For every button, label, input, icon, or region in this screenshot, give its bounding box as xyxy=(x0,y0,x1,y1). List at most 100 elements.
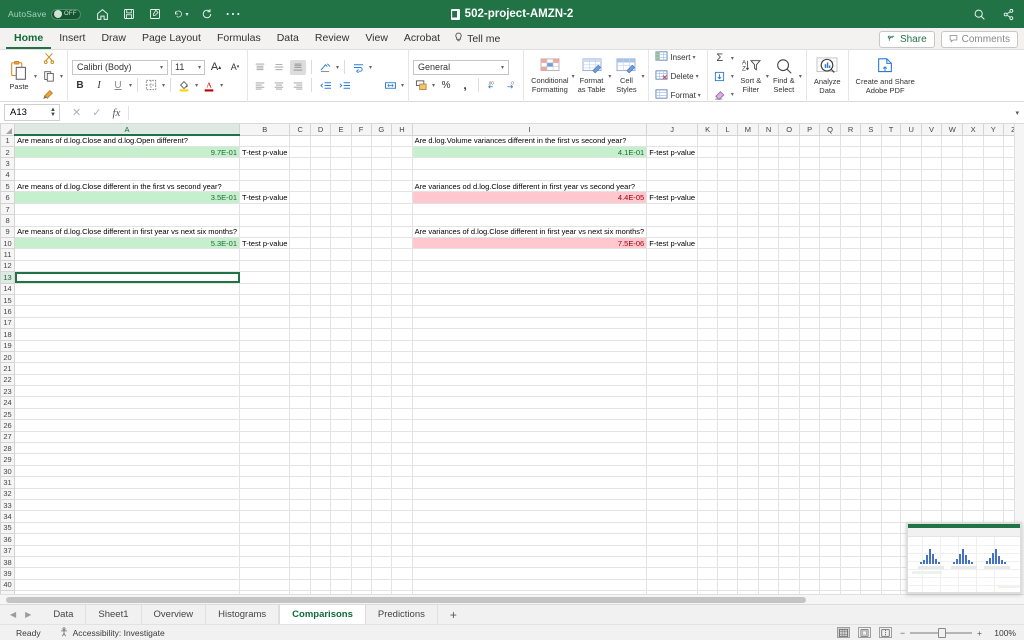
cell-E22[interactable] xyxy=(330,374,352,387)
cell-Y25[interactable] xyxy=(983,408,1004,421)
cell-O22[interactable] xyxy=(778,374,800,387)
cell-V22[interactable] xyxy=(921,374,943,387)
cell-N15[interactable] xyxy=(758,294,780,307)
cell-I4[interactable] xyxy=(412,169,648,182)
cell-U31[interactable] xyxy=(900,476,922,489)
cell-styles-button[interactable]: Cell Styles xyxy=(611,58,641,94)
cell-S21[interactable] xyxy=(860,362,882,375)
cell-F40[interactable] xyxy=(351,579,372,592)
cell-J38[interactable] xyxy=(646,556,699,569)
cell-H29[interactable] xyxy=(391,453,413,466)
cell-I18[interactable] xyxy=(412,328,648,341)
row-header-32[interactable]: 32 xyxy=(0,487,16,501)
cell-G20[interactable] xyxy=(371,351,393,364)
cell-E6[interactable] xyxy=(330,191,352,204)
cell-I6[interactable]: 4.4E-05 xyxy=(412,191,648,204)
cell-H16[interactable] xyxy=(391,305,413,318)
cell-D7[interactable] xyxy=(310,203,332,216)
cell-T32[interactable] xyxy=(881,488,902,501)
cell-D31[interactable] xyxy=(310,476,332,489)
cell-Q27[interactable] xyxy=(819,431,841,444)
cell-styles-chevron-down-icon[interactable]: ▾ xyxy=(641,73,644,80)
cell-R18[interactable] xyxy=(840,328,862,341)
cell-F31[interactable] xyxy=(351,476,372,489)
cell-W32[interactable] xyxy=(941,488,964,501)
row-header-6[interactable]: 6 xyxy=(0,191,16,204)
cell-I15[interactable] xyxy=(412,294,648,307)
cell-H12[interactable] xyxy=(391,260,413,273)
cell-C30[interactable] xyxy=(289,465,311,478)
cell-X14[interactable] xyxy=(962,283,984,295)
cell-G14[interactable] xyxy=(371,283,393,295)
cell-Q19[interactable] xyxy=(819,340,841,352)
cell-F15[interactable] xyxy=(351,294,372,307)
cell-C16[interactable] xyxy=(289,305,311,318)
cell-W29[interactable] xyxy=(941,453,964,466)
cell-C40[interactable] xyxy=(289,579,311,592)
cell-J14[interactable] xyxy=(646,283,699,295)
fill-color-chevron-down-icon[interactable]: ▾ xyxy=(195,82,198,89)
cell-A31[interactable] xyxy=(14,476,241,489)
cell-K18[interactable] xyxy=(697,328,719,341)
cell-Q4[interactable] xyxy=(819,169,841,182)
underline-button[interactable]: U xyxy=(110,78,126,93)
cell-A26[interactable] xyxy=(14,419,241,432)
cell-A16[interactable] xyxy=(14,305,241,318)
column-header-p[interactable]: P xyxy=(798,124,821,136)
align-right-icon[interactable] xyxy=(290,78,306,93)
cell-V26[interactable] xyxy=(921,419,943,432)
cell-W18[interactable] xyxy=(941,328,964,341)
cell-W12[interactable] xyxy=(941,260,964,273)
cell-K9[interactable] xyxy=(697,226,719,239)
cell-L32[interactable] xyxy=(717,488,738,501)
cell-W14[interactable] xyxy=(941,283,964,295)
cell-G28[interactable] xyxy=(371,442,393,455)
column-header-b[interactable]: B xyxy=(239,124,291,136)
cell-E31[interactable] xyxy=(330,476,352,489)
cell-L1[interactable] xyxy=(717,135,738,147)
cell-C31[interactable] xyxy=(289,476,311,489)
cell-R38[interactable] xyxy=(840,556,862,569)
cell-E27[interactable] xyxy=(330,431,352,444)
cell-I24[interactable] xyxy=(412,396,648,409)
cell-A39[interactable] xyxy=(14,567,241,580)
number-format-chevron-down-icon[interactable]: ▾ xyxy=(501,64,504,71)
cell-J10[interactable]: F-test p-value xyxy=(646,237,699,250)
cell-A27[interactable] xyxy=(14,431,241,444)
cell-Q7[interactable] xyxy=(819,203,841,216)
cell-R32[interactable] xyxy=(840,488,862,501)
row-header-15[interactable]: 15 xyxy=(0,293,16,307)
cell-Y22[interactable] xyxy=(983,374,1004,387)
sheet-tab-sheet1[interactable]: Sheet1 xyxy=(86,605,142,624)
autosum-chevron-down-icon[interactable]: ▾ xyxy=(731,55,734,62)
tab-acrobat[interactable]: Acrobat xyxy=(396,28,448,49)
share-network-icon[interactable] xyxy=(1001,7,1016,22)
cell-M38[interactable] xyxy=(737,556,759,569)
cell-C35[interactable] xyxy=(289,522,311,535)
decrease-font-size-icon[interactable]: A ▾ xyxy=(227,60,243,75)
cell-K38[interactable] xyxy=(697,556,719,569)
cell-D28[interactable] xyxy=(310,442,332,455)
cell-K21[interactable] xyxy=(697,362,719,375)
cell-W16[interactable] xyxy=(941,305,964,318)
cell-W24[interactable] xyxy=(941,396,964,409)
cell-A23[interactable] xyxy=(14,385,241,398)
zoom-slider[interactable]: − + xyxy=(900,627,982,638)
row-header-10[interactable]: 10 xyxy=(0,236,16,250)
cell-M33[interactable] xyxy=(737,499,759,512)
cell-I35[interactable] xyxy=(412,522,648,535)
cell-V3[interactable] xyxy=(921,157,943,170)
cell-K40[interactable] xyxy=(697,579,719,592)
cell-T10[interactable] xyxy=(881,237,902,250)
cell-U34[interactable] xyxy=(900,510,922,523)
column-header-n[interactable]: N xyxy=(757,124,780,136)
cell-J30[interactable] xyxy=(646,465,699,478)
cell-X11[interactable] xyxy=(962,248,984,261)
font-color-icon[interactable]: A xyxy=(201,78,217,93)
cell-F12[interactable] xyxy=(351,260,372,273)
row-header-18[interactable]: 18 xyxy=(0,328,16,341)
cell-Q31[interactable] xyxy=(819,476,841,489)
cell-A21[interactable] xyxy=(14,362,241,375)
cell-L15[interactable] xyxy=(717,294,738,307)
cell-T18[interactable] xyxy=(881,328,902,341)
